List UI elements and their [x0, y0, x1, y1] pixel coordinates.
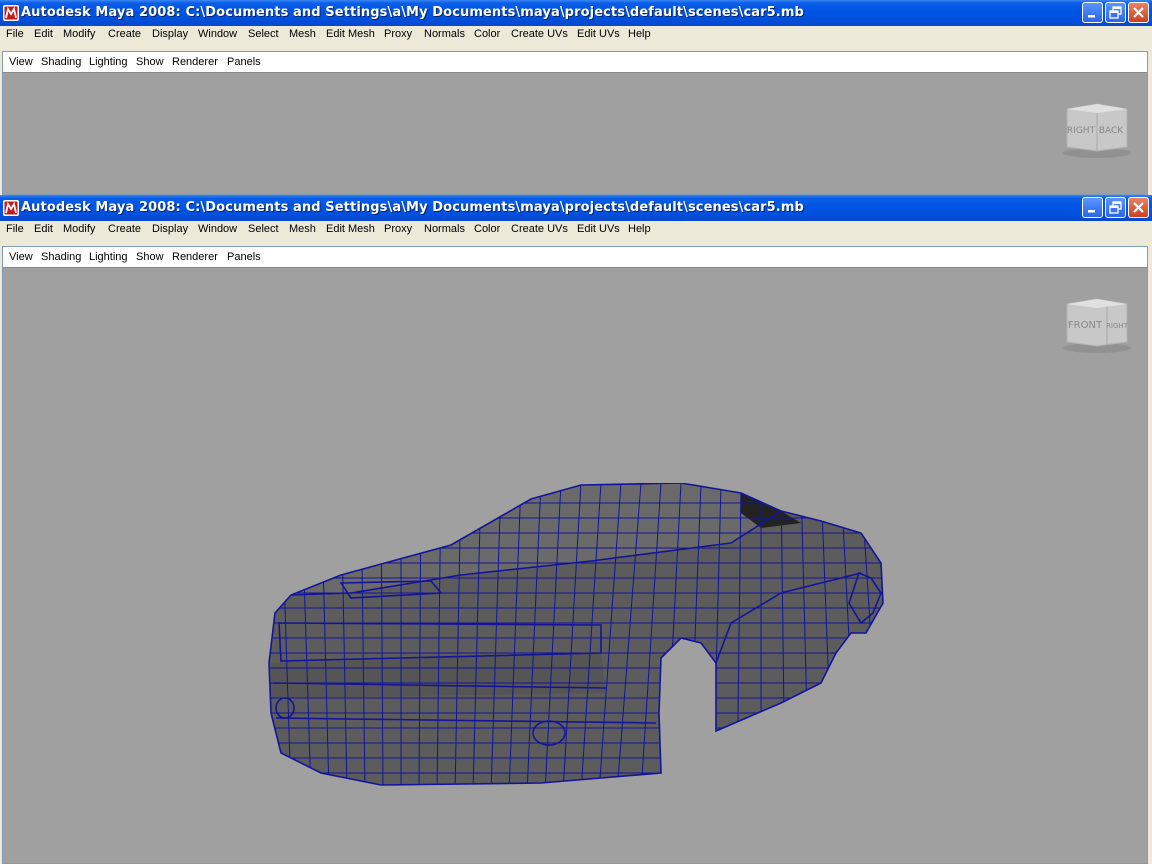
minimize-icon: [1088, 210, 1095, 213]
viewcube-right-label: BACK: [1099, 126, 1124, 136]
menu-modify[interactable]: Modify: [63, 28, 95, 40]
viewcube-left-label: FRONT: [1068, 320, 1103, 331]
panel-menu-shading[interactable]: Shading: [41, 251, 81, 263]
menu-proxy[interactable]: Proxy: [384, 223, 412, 235]
menu-window[interactable]: Window: [198, 223, 237, 235]
viewcube[interactable]: RIGHT BACK: [1059, 101, 1135, 161]
panel-menu-shading[interactable]: Shading: [41, 56, 81, 68]
menu-normals[interactable]: Normals: [424, 28, 465, 40]
minimize-button[interactable]: [1082, 197, 1103, 218]
model-panel: View Shading Lighting Show Renderer Pane…: [2, 51, 1148, 195]
menu-create-uvs[interactable]: Create UVs: [511, 223, 568, 235]
viewport[interactable]: RIGHT BACK: [3, 73, 1147, 194]
panel-menu-panels[interactable]: Panels: [227, 56, 261, 68]
menu-window[interactable]: Window: [198, 28, 237, 40]
maya-window-main: Autodesk Maya 2008: C:\Documents and Set…: [0, 195, 1152, 864]
panel-menu-bar: View Shading Lighting Show Renderer Pane…: [3, 52, 1147, 73]
menu-help[interactable]: Help: [628, 28, 651, 40]
main-menu-bar: File Edit Modify Create Display Window S…: [0, 221, 1152, 242]
window-title: Autodesk Maya 2008: C:\Documents and Set…: [21, 200, 804, 215]
menu-edit-uvs[interactable]: Edit UVs: [577, 28, 620, 40]
panel-menu-panels[interactable]: Panels: [227, 251, 261, 263]
close-icon: [1133, 7, 1144, 18]
panel-frame: View Shading Lighting Show Renderer Pane…: [0, 241, 1152, 864]
model-panel: View Shading Lighting Show Renderer Pane…: [2, 246, 1148, 864]
menu-edit[interactable]: Edit: [34, 28, 53, 40]
menu-display[interactable]: Display: [152, 223, 188, 235]
panel-menu-lighting[interactable]: Lighting: [89, 56, 128, 68]
menu-modify[interactable]: Modify: [63, 223, 95, 235]
viewport[interactable]: FRONT RIGHT: [3, 268, 1147, 863]
maya-app-icon[interactable]: [3, 5, 19, 21]
panel-menu-renderer[interactable]: Renderer: [172, 251, 218, 263]
viewcube[interactable]: FRONT RIGHT: [1059, 296, 1135, 356]
title-bar[interactable]: Autodesk Maya 2008: C:\Documents and Set…: [0, 195, 1152, 221]
menu-create[interactable]: Create: [108, 28, 141, 40]
menu-create[interactable]: Create: [108, 223, 141, 235]
restore-icon: [1109, 6, 1122, 19]
menu-color[interactable]: Color: [474, 223, 500, 235]
menu-file[interactable]: File: [6, 28, 24, 40]
menu-file[interactable]: File: [6, 223, 24, 235]
menu-create-uvs[interactable]: Create UVs: [511, 28, 568, 40]
menu-display[interactable]: Display: [152, 28, 188, 40]
menu-edit-mesh[interactable]: Edit Mesh: [326, 28, 375, 40]
window-title: Autodesk Maya 2008: C:\Documents and Set…: [21, 5, 804, 20]
menu-edit-uvs[interactable]: Edit UVs: [577, 223, 620, 235]
panel-frame: View Shading Lighting Show Renderer Pane…: [0, 46, 1152, 195]
panel-menu-bar: View Shading Lighting Show Renderer Pane…: [3, 247, 1147, 268]
maya-window-top: Autodesk Maya 2008: C:\Documents and Set…: [0, 0, 1152, 195]
panel-menu-view[interactable]: View: [9, 56, 33, 68]
menu-select[interactable]: Select: [248, 223, 279, 235]
viewcube-left-label: RIGHT: [1067, 126, 1096, 136]
main-menu-bar: File Edit Modify Create Display Window S…: [0, 26, 1152, 47]
restore-button[interactable]: [1105, 2, 1126, 23]
menu-proxy[interactable]: Proxy: [384, 28, 412, 40]
car-mesh-model[interactable]: [261, 483, 891, 793]
close-button[interactable]: [1128, 2, 1149, 23]
restore-icon: [1109, 201, 1122, 214]
viewcube-right-label: RIGHT: [1106, 322, 1129, 330]
maya-app-icon[interactable]: [3, 200, 19, 216]
minimize-icon: [1088, 15, 1095, 18]
title-bar[interactable]: Autodesk Maya 2008: C:\Documents and Set…: [0, 0, 1152, 26]
panel-menu-show[interactable]: Show: [136, 56, 164, 68]
menu-normals[interactable]: Normals: [424, 223, 465, 235]
menu-mesh[interactable]: Mesh: [289, 28, 316, 40]
close-icon: [1133, 202, 1144, 213]
panel-menu-show[interactable]: Show: [136, 251, 164, 263]
menu-mesh[interactable]: Mesh: [289, 223, 316, 235]
menu-color[interactable]: Color: [474, 28, 500, 40]
minimize-button[interactable]: [1082, 2, 1103, 23]
panel-menu-view[interactable]: View: [9, 251, 33, 263]
panel-menu-lighting[interactable]: Lighting: [89, 251, 128, 263]
panel-menu-renderer[interactable]: Renderer: [172, 56, 218, 68]
menu-select[interactable]: Select: [248, 28, 279, 40]
menu-edit-mesh[interactable]: Edit Mesh: [326, 223, 375, 235]
close-button[interactable]: [1128, 197, 1149, 218]
restore-button[interactable]: [1105, 197, 1126, 218]
menu-help[interactable]: Help: [628, 223, 651, 235]
menu-edit[interactable]: Edit: [34, 223, 53, 235]
